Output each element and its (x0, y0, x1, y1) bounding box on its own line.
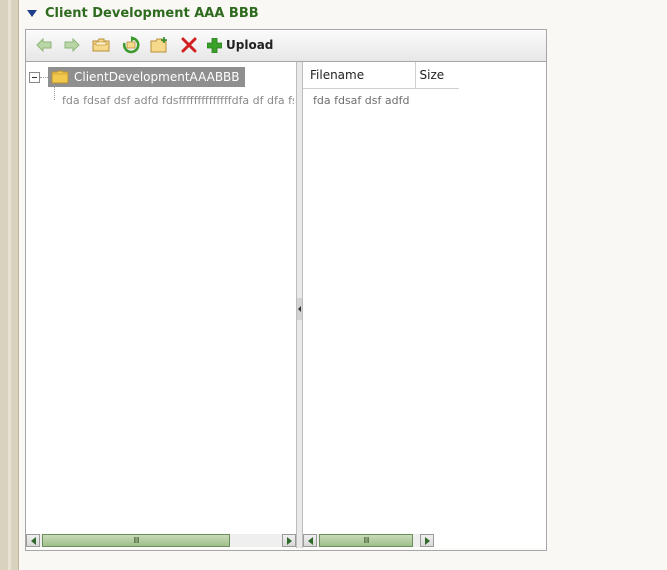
collapse-arrow-icon[interactable] (27, 10, 37, 17)
scroll-left-button[interactable] (26, 534, 40, 547)
back-arrow-icon (36, 38, 52, 52)
grip-icon: IIII (133, 536, 140, 545)
column-header-filename[interactable]: Filename (303, 68, 415, 82)
folder-icon (51, 70, 69, 84)
section-title: Client Development AAA BBB (45, 5, 259, 21)
splitter-handle[interactable] (297, 298, 302, 320)
file-manager-panel: Upload ClientDevelopmentAAABBB fda fdsaf… (25, 29, 547, 551)
file-name: fda fdsaf dsf adfd fdsffffffffffffffdfa … (313, 93, 409, 107)
section-header[interactable]: Client Development AAA BBB (27, 4, 259, 22)
refresh-button[interactable] (121, 36, 141, 54)
forward-button[interactable] (62, 36, 82, 54)
file-grid-header: Filename Size (303, 62, 459, 89)
scroll-right-icon (424, 536, 430, 545)
pane-splitter[interactable] (296, 62, 303, 548)
tree-connector (40, 76, 48, 78)
scroll-left-button[interactable] (303, 534, 317, 547)
left-rail (0, 0, 19, 570)
tree-root-label: ClientDevelopmentAAABBB (74, 70, 240, 84)
tree-child-row[interactable]: fda fdsaf dsf adfd fdsffffffffffffffdfa … (54, 92, 294, 108)
plus-icon (207, 37, 222, 53)
scroll-right-button[interactable] (420, 534, 434, 547)
scroll-track[interactable]: IIII (40, 534, 282, 547)
tree-horizontal-scrollbar[interactable]: IIII (26, 533, 296, 548)
left-rail-inner (8, 0, 11, 570)
scroll-right-button[interactable] (282, 534, 296, 547)
scroll-left-icon (30, 536, 36, 545)
new-folder-button[interactable] (149, 36, 169, 54)
file-list-pane[interactable]: Filename Size fda fdsaf dsf adfd fdsffff… (303, 62, 546, 548)
open-folder-icon (92, 38, 110, 52)
back-button[interactable] (34, 36, 54, 54)
collapse-expander-icon[interactable] (29, 71, 40, 83)
new-folder-icon (150, 37, 167, 53)
scroll-right-icon (286, 536, 292, 545)
collapse-left-icon (298, 306, 301, 312)
grip-icon: IIII (363, 536, 370, 545)
tree-root-node[interactable]: ClientDevelopmentAAABBB (48, 67, 245, 87)
delete-button[interactable] (179, 36, 199, 54)
upload-label: Upload (226, 38, 274, 52)
open-folder-button[interactable] (91, 36, 111, 54)
scroll-track[interactable]: IIII (317, 534, 420, 547)
scroll-thumb[interactable]: IIII (42, 534, 230, 547)
folder-tree-pane[interactable]: ClientDevelopmentAAABBB fda fdsaf dsf ad… (26, 62, 296, 548)
scroll-thumb[interactable]: IIII (319, 534, 413, 547)
forward-arrow-icon (64, 38, 80, 52)
file-row[interactable]: fda fdsaf dsf adfd fdsffffffffffffffdfa … (309, 92, 409, 108)
upload-button[interactable]: Upload (207, 36, 273, 54)
delete-icon (181, 37, 197, 53)
tree-child-label: fda fdsaf dsf adfd fdsffffffffffffffdfa … (62, 93, 294, 107)
column-header-size[interactable]: Size (414, 62, 459, 88)
tree-root-row[interactable]: ClientDevelopmentAAABBB (29, 67, 245, 87)
toolbar: Upload (26, 30, 546, 62)
refresh-icon (122, 36, 140, 54)
files-horizontal-scrollbar[interactable]: IIII (303, 533, 434, 548)
scroll-left-icon (307, 536, 313, 545)
